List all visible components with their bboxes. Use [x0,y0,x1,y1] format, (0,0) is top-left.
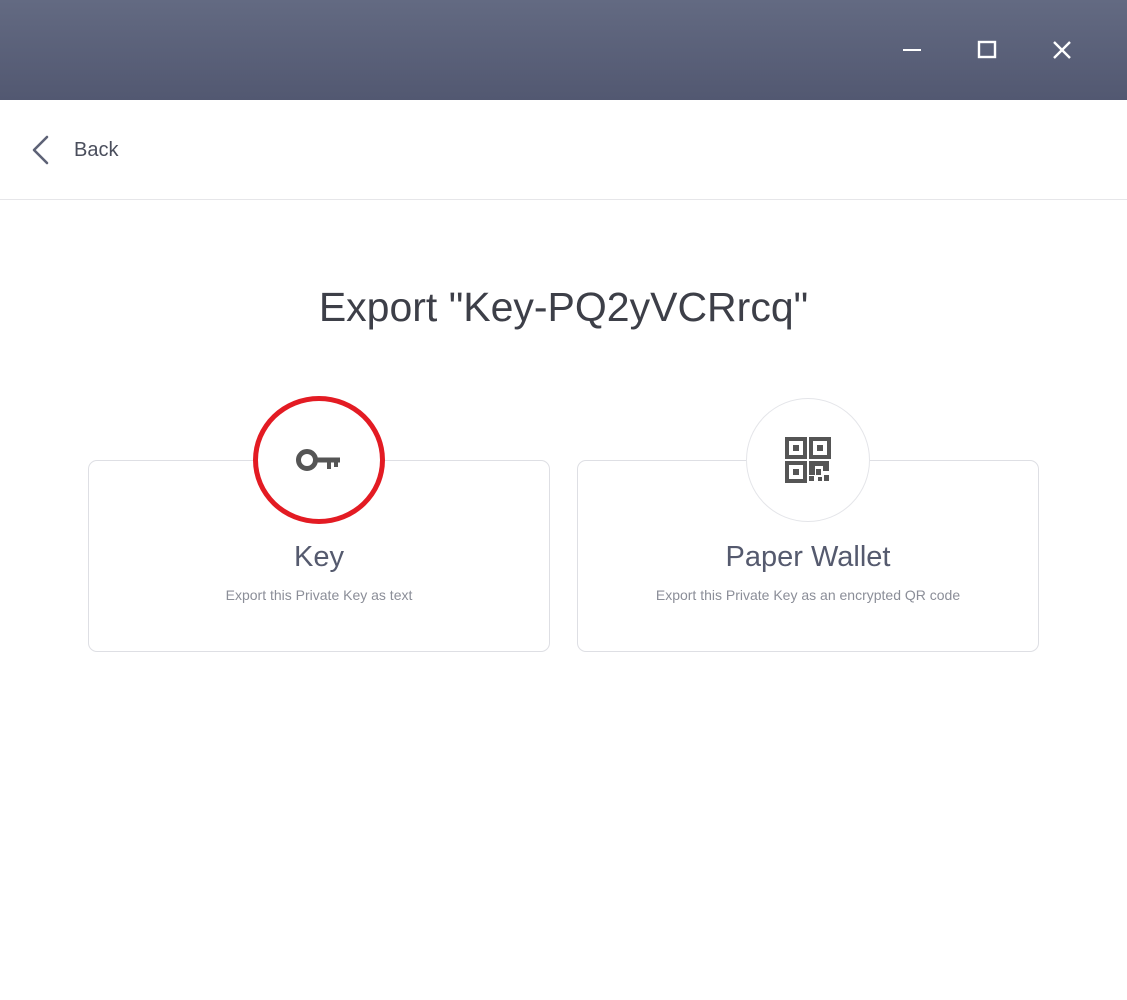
minimize-button[interactable] [887,25,937,75]
minimize-icon [903,49,921,51]
qr-code-icon [785,437,831,483]
page-header: Back [0,100,1127,200]
qr-code-icon-badge[interactable] [746,398,870,522]
close-button[interactable] [1037,25,1087,75]
maximize-icon [977,40,997,59]
option-title-paper-wallet: Paper Wallet [725,541,891,573]
window-titlebar [0,0,1127,100]
key-icon [296,449,340,471]
option-description-key: Export this Private Key as text [225,587,413,603]
page-title: Export "Key-PQ2yVCRrcq" [318,284,809,330]
back-label: Back [74,138,119,161]
chevron-left-icon [32,135,49,165]
maximize-button[interactable] [962,25,1012,75]
close-icon [1053,41,1071,59]
option-title-key: Key [294,541,344,573]
back-button[interactable]: Back [30,128,118,172]
key-icon-badge[interactable] [257,398,381,522]
option-description-paper-wallet: Export this Private Key as an encrypted … [655,587,961,603]
